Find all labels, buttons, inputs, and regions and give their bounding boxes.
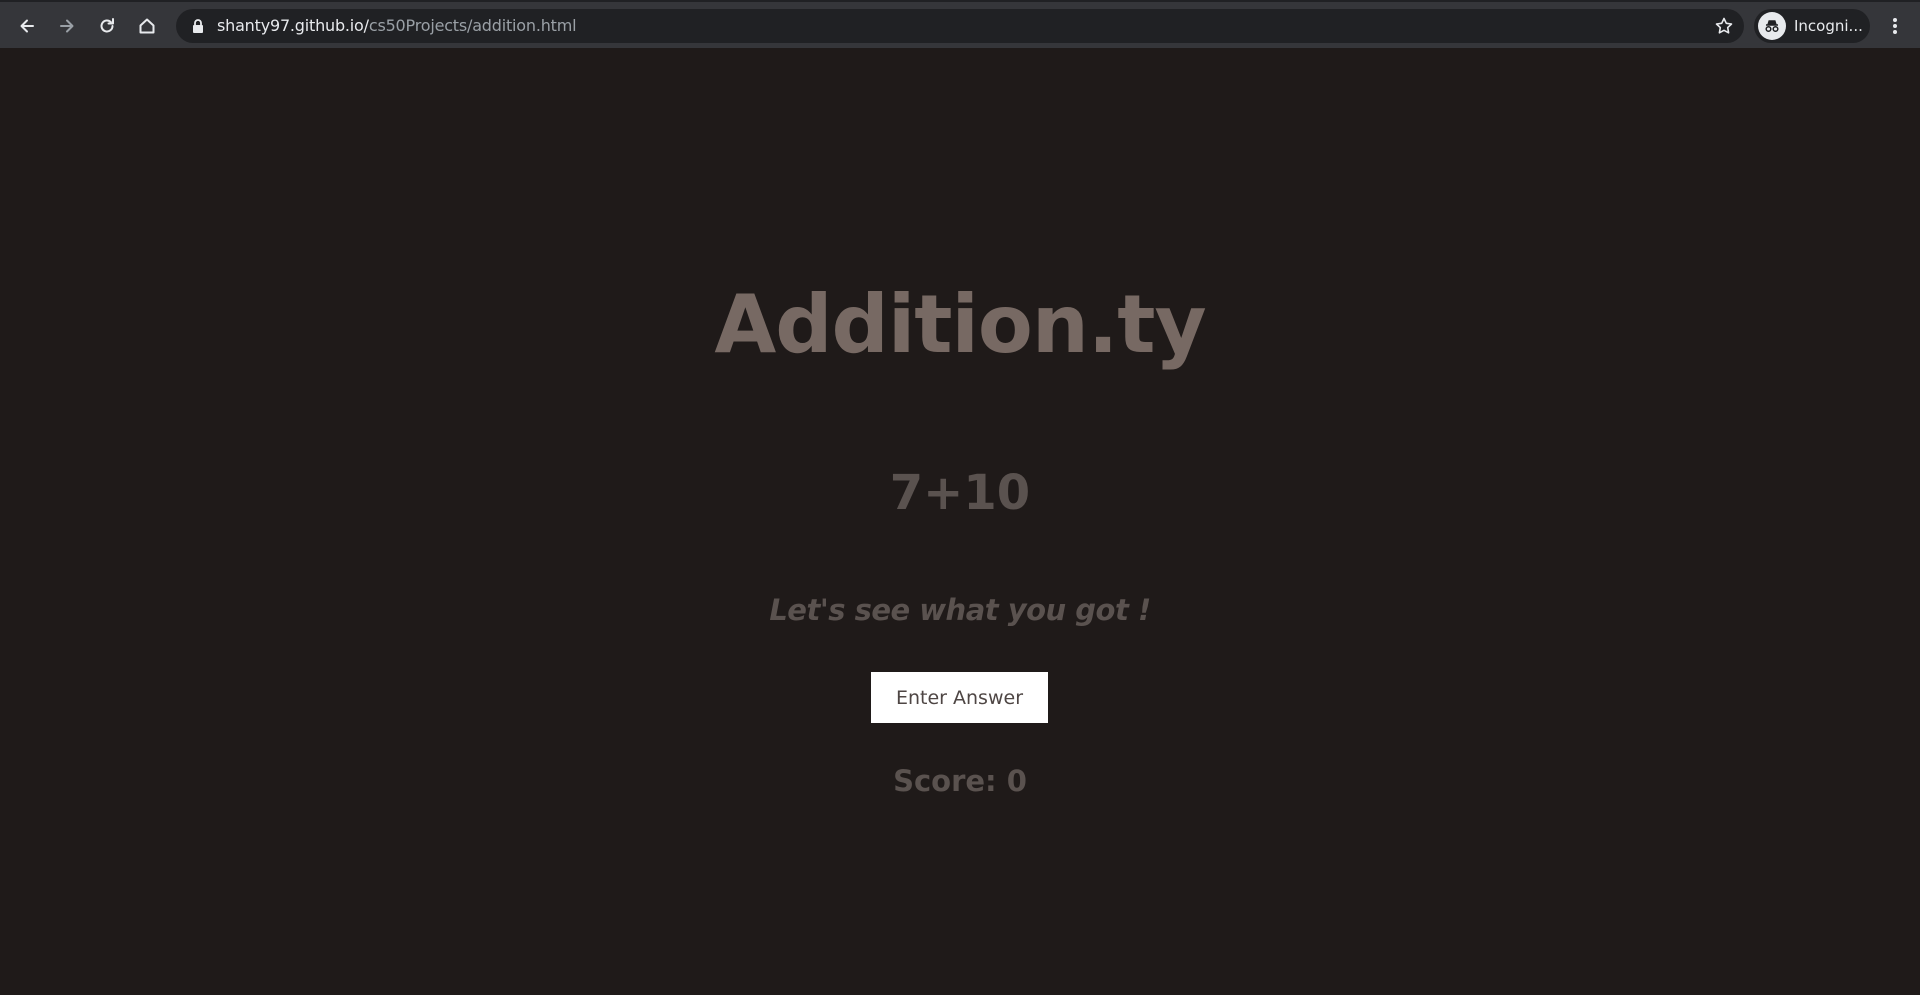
- score-display: Score: 0: [893, 764, 1027, 798]
- reload-button[interactable]: [90, 9, 124, 43]
- reload-icon: [100, 18, 114, 33]
- back-arrow-icon: [20, 19, 34, 33]
- browser-menu-button[interactable]: [1878, 9, 1912, 43]
- lock-icon: [193, 19, 203, 33]
- incognito-icon: [1758, 12, 1786, 40]
- home-button[interactable]: [130, 9, 164, 43]
- back-button[interactable]: [10, 9, 44, 43]
- kebab-menu-icon: [1893, 18, 1897, 34]
- forward-button[interactable]: [50, 9, 84, 43]
- url-path: cs50Projects/addition.html: [368, 16, 577, 35]
- tagline-message: Let's see what you got !: [769, 593, 1151, 627]
- forward-arrow-icon: [60, 19, 74, 33]
- address-bar[interactable]: shanty97.github.io/cs50Projects/addition…: [176, 9, 1744, 43]
- url-text[interactable]: shanty97.github.io/cs50Projects/addition…: [217, 9, 577, 43]
- enter-answer-button[interactable]: Enter Answer: [871, 672, 1048, 723]
- page-title: Addition.ty: [714, 278, 1206, 371]
- addition-problem: 7+10: [889, 465, 1031, 521]
- incognito-profile-button[interactable]: Incogni...: [1754, 9, 1870, 43]
- star-icon: [1715, 17, 1733, 34]
- url-host: shanty97.github.io/: [217, 16, 369, 35]
- bookmark-button[interactable]: [1712, 14, 1736, 38]
- page-content: Addition.ty 7+10 Let's see what you got …: [0, 48, 1920, 995]
- profile-label: Incogni...: [1794, 17, 1863, 35]
- home-icon: [139, 18, 155, 34]
- browser-toolbar: shanty97.github.io/cs50Projects/addition…: [0, 0, 1920, 48]
